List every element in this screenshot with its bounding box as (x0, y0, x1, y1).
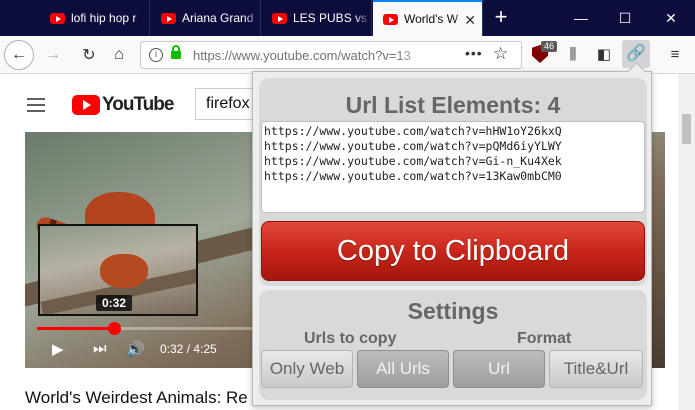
url-bar[interactable]: i https://www.youtube.com/watch?v=13 •••… (140, 41, 522, 69)
lock-icon[interactable] (171, 45, 181, 59)
all-urls-button[interactable]: All Urls (357, 350, 449, 388)
home-icon: ⌂ (114, 46, 124, 63)
youtube-favicon-icon (50, 12, 65, 24)
preview-time: 0:32 (96, 295, 133, 311)
maximize-button[interactable]: ☐ (610, 6, 640, 30)
settings-panel: Settings Urls to copy Format Only Web Al… (259, 290, 647, 400)
url-list-textarea[interactable]: https://www.youtube.com/watch?v=hHW1oY26… (261, 121, 645, 213)
home-button[interactable]: ⌂ (104, 40, 134, 70)
volume-icon[interactable]: 🔊 (126, 340, 145, 358)
reload-icon: ↻ (82, 47, 96, 64)
timecode: 0:32 / 4:25 (160, 342, 217, 356)
url-list-title: Url List Elements: 4 (345, 92, 561, 118)
forward-button[interactable]: → (38, 40, 68, 70)
urls-to-copy-label: Urls to copy (304, 330, 397, 347)
copy-to-clipboard-button[interactable]: Copy to Clipboard (261, 221, 645, 281)
tab-label: Ariana Grand (182, 11, 254, 25)
url-format-button[interactable]: Url (453, 350, 545, 388)
url-line: https://www.youtube.com/watch?v=pQMd6iyY… (264, 139, 562, 153)
arrow-left-icon: ← (11, 46, 27, 63)
url-list-panel: Url List Elements: 4 https://www.youtube… (259, 78, 647, 286)
format-label: Format (517, 330, 572, 347)
youtube-logo-text: YouTube (102, 94, 174, 115)
page-scrollbar[interactable] (678, 74, 695, 410)
tab-lofi[interactable]: lofi hip hop r (40, 0, 150, 36)
youtube-favicon-icon (161, 12, 176, 24)
arrow-right-icon: → (45, 46, 61, 63)
next-icon[interactable]: ⏭ (93, 340, 107, 357)
info-icon[interactable]: i (149, 48, 163, 62)
youtube-logo[interactable]: YouTube (72, 94, 174, 116)
tab-strip: lofi hip hop r Ariana Grand LES PUBS vs … (0, 0, 695, 36)
settings-title: Settings (407, 298, 499, 324)
minimize-button[interactable]: — (566, 6, 596, 30)
url-line: https://www.youtube.com/watch?v=Gi-n_Ku4… (264, 154, 562, 168)
youtube-play-icon (72, 95, 100, 115)
tab-close-icon[interactable]: ✕ (464, 12, 476, 29)
url-line: https://www.youtube.com/watch?v=hHW1oY26… (264, 124, 562, 138)
ublock-badge: 46 (541, 41, 558, 52)
nav-toolbar: ← → ↻ ⌂ i https://www.youtube.com/watch?… (0, 36, 695, 74)
tab-les-pubs[interactable]: LES PUBS vs (262, 0, 372, 36)
tab-label: World's W (404, 12, 459, 26)
menu-icon[interactable]: ≡ (664, 44, 686, 66)
bookmark-star-icon[interactable]: ☆ (493, 44, 508, 64)
progress-fill (37, 327, 114, 330)
tab-label: LES PUBS vs (293, 11, 368, 25)
hamburger-menu-icon[interactable] (27, 98, 45, 116)
url-line: https://www.youtube.com/watch?v=13Kaw0mb… (264, 169, 562, 183)
library-icon[interactable]: ⫼ (562, 44, 584, 66)
reload-button[interactable]: ↻ (74, 40, 104, 70)
title-url-format-button[interactable]: Title&Url (549, 350, 643, 388)
youtube-favicon-icon (383, 13, 398, 25)
sidebar-icon[interactable]: ◧ (593, 44, 615, 66)
youtube-favicon-icon (272, 12, 287, 24)
tab-worlds-weirdest[interactable]: World's W ✕ (373, 0, 483, 36)
new-tab-button[interactable]: + (488, 4, 514, 30)
play-icon[interactable]: ▶ (52, 340, 64, 358)
tab-ariana[interactable]: Ariana Grand (151, 0, 261, 36)
close-window-button[interactable]: ✕ (656, 6, 686, 30)
only-web-button[interactable]: Only Web (261, 350, 353, 388)
page-actions-icon[interactable]: ••• (465, 45, 483, 61)
progress-bar[interactable] (37, 322, 257, 335)
url-list-popup: Url List Elements: 4 https://www.youtube… (252, 71, 652, 406)
url-text[interactable]: https://www.youtube.com/watch?v=13 (193, 48, 433, 63)
video-title[interactable]: World's Weirdest Animals: Re (25, 388, 248, 408)
back-button[interactable]: ← (4, 40, 34, 70)
progress-scrubber[interactable] (108, 322, 121, 335)
tab-label: lofi hip hop r (71, 11, 137, 25)
